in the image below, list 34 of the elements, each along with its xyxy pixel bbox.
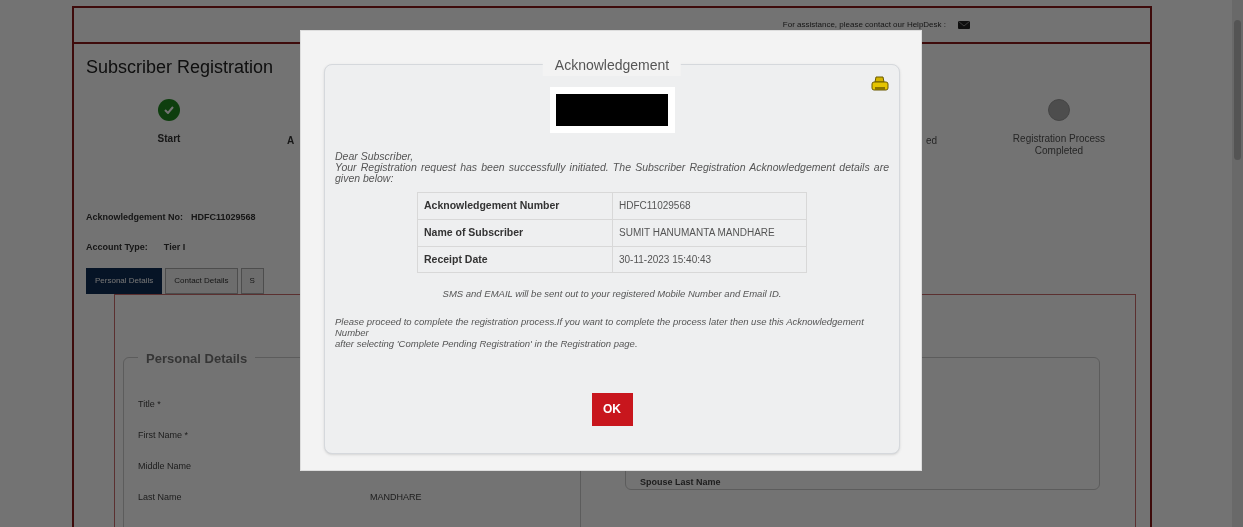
field-label: Last Name <box>138 491 183 505</box>
detail-value: SUMIT HANUMANTA MANDHARE <box>612 219 807 246</box>
tab[interactable]: Personal Details <box>86 268 163 294</box>
tab[interactable]: S <box>240 268 264 294</box>
acknowledgement-label: Acknowledgement No: <box>86 211 183 224</box>
acknowledgement-value: HDFC11029568 <box>191 211 256 224</box>
printer-icon[interactable] <box>871 76 889 92</box>
account-type-value: Tier I <box>163 240 186 254</box>
step-label: A <box>287 134 295 148</box>
envelope-icon <box>958 21 970 29</box>
field-label: Title * <box>138 398 162 412</box>
step-label: Registration Process Completed <box>1011 133 1107 157</box>
step-label: Start <box>156 133 182 145</box>
field-label: Middle Name <box>138 460 193 474</box>
helpdesk-text: For assistance, please contact our HelpDesk : <box>782 19 946 31</box>
detail-label: Name of Subscriber <box>417 219 613 246</box>
check-icon <box>164 106 174 114</box>
page-title: Subscriber Registration <box>86 56 274 79</box>
message-text: Your Registration request has been successfully initiated. The Subscriber Registration Acknowledgement details are given below: <box>335 162 889 184</box>
account-type-label: Account Type: <box>86 240 148 254</box>
ok-button[interactable]: OK <box>591 392 633 426</box>
step-label: ed <box>926 134 938 148</box>
field-value: MANDHARE <box>370 491 422 505</box>
field-label: First Name * <box>138 429 189 443</box>
detail-value: 30-11-2023 15:40:43 <box>612 246 807 273</box>
greeting-text: Dear Subscriber, <box>335 151 415 162</box>
notice-text: SMS and EMAIL will be sent out to your registered Mobile Number and Email ID. <box>441 287 783 302</box>
detail-label: Receipt Date <box>417 246 613 273</box>
detail-label: Acknowledgement Number <box>417 192 613 220</box>
scrollbar[interactable] <box>1232 0 1243 527</box>
instruction-text: after selecting 'Complete Pending Registration' in the Registration page. <box>335 337 639 349</box>
field-label: Spouse Last Name <box>640 477 721 487</box>
detail-value: HDFC11029568 <box>612 192 807 220</box>
tab[interactable]: Contact Details <box>165 268 238 294</box>
